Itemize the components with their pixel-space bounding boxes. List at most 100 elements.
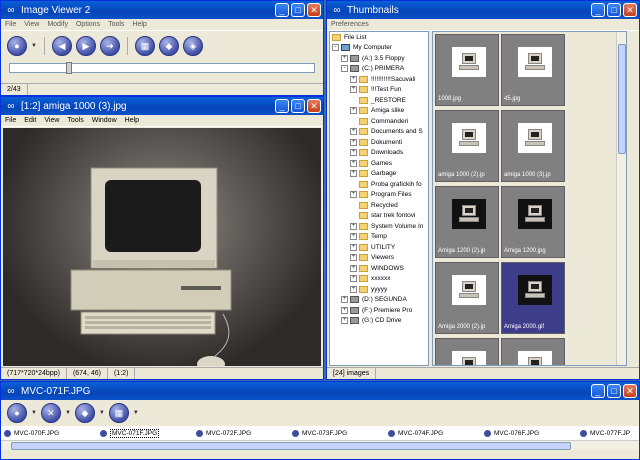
- filmstrip-scrollbar[interactable]: [1, 440, 639, 450]
- thumbnail[interactable]: Amiga 1200 (2).jp: [435, 186, 499, 258]
- expand-icon[interactable]: +: [350, 264, 357, 272]
- tree-item[interactable]: Recycled: [330, 200, 428, 211]
- open-icon[interactable]: ●: [7, 36, 27, 56]
- expand-icon[interactable]: +: [350, 243, 357, 251]
- chevron-down-icon[interactable]: ▼: [99, 410, 105, 416]
- thumbnail[interactable]: amiga 1000 (3).jp: [501, 110, 565, 182]
- thumbnail[interactable]: Amiga 2000.gif: [501, 262, 565, 334]
- menu-file[interactable]: File: [5, 21, 16, 28]
- close-button[interactable]: ✕: [623, 384, 637, 398]
- expand-icon[interactable]: +: [350, 222, 357, 230]
- tree-item[interactable]: + Amiga slike: [330, 106, 428, 117]
- filmstrip-item[interactable]: MVC-073F.JPG: [289, 429, 385, 437]
- tree-item[interactable]: + Dokumenti: [330, 137, 428, 148]
- chevron-down-icon[interactable]: ▼: [65, 410, 71, 416]
- layers-icon[interactable]: ◈: [182, 36, 203, 56]
- tree-item[interactable]: + !!!Test Fun: [330, 85, 428, 96]
- menu-tools[interactable]: Tools: [67, 117, 83, 124]
- tree-item[interactable]: + Temp: [330, 232, 428, 243]
- tree-item[interactable]: + (D:) SEGUNDA: [330, 295, 428, 306]
- thumbnail[interactable]: amiga 1000 (2).jp: [435, 110, 499, 182]
- tree-item[interactable]: + (F:) Premiere Pro: [330, 305, 428, 316]
- menu-view[interactable]: View: [24, 21, 39, 28]
- filmstrip-item[interactable]: MVC-074F.JPG: [385, 429, 481, 437]
- tree-item[interactable]: Commanderi: [330, 116, 428, 127]
- position-slider[interactable]: [9, 62, 315, 74]
- tree-item[interactable]: + Documents and S: [330, 127, 428, 138]
- expand-icon[interactable]: +: [350, 285, 357, 293]
- stack-icon[interactable]: ◆: [158, 36, 179, 56]
- tree-item[interactable]: _RESTORE: [330, 95, 428, 106]
- thumbnails-titlebar[interactable]: ∞ Thumbnails _ □ ✕: [327, 1, 639, 19]
- minimize-button[interactable]: _: [591, 3, 605, 17]
- tree-item[interactable]: + (A:) 3.5 Floppy: [330, 53, 428, 64]
- tree-item[interactable]: + (G:) CD Drive: [330, 316, 428, 327]
- tree-item[interactable]: - (C:) PRIMERA: [330, 64, 428, 75]
- expand-icon[interactable]: +: [341, 54, 348, 62]
- tree-item[interactable]: + Program Files: [330, 190, 428, 201]
- chevron-down-icon[interactable]: ▼: [31, 410, 37, 416]
- menu-file[interactable]: File: [5, 117, 16, 124]
- minimize-button[interactable]: _: [275, 99, 289, 113]
- expand-icon[interactable]: +: [350, 149, 357, 157]
- play-icon[interactable]: ▶: [75, 36, 96, 56]
- tree-item[interactable]: Proba grafickih fo: [330, 179, 428, 190]
- tree-item[interactable]: + Downloads: [330, 148, 428, 159]
- close-button[interactable]: ✕: [623, 3, 637, 17]
- filmstrip-titlebar[interactable]: ∞ MVC-071F.JPG _ □ ✕: [1, 382, 639, 400]
- grid-icon[interactable]: ▦: [134, 36, 155, 56]
- thumbnail-grid[interactable]: 1008.jpg 45.jpg amiga 1000 (2).jp amiga 100…: [432, 31, 627, 366]
- collapse-icon[interactable]: -: [332, 44, 339, 52]
- expand-icon[interactable]: +: [350, 275, 357, 283]
- tree-item[interactable]: + WINDOWS: [330, 263, 428, 274]
- expand-icon[interactable]: +: [350, 75, 357, 83]
- tree-item[interactable]: File List: [330, 32, 428, 43]
- filmstrip-item[interactable]: MVC-076F.JPG: [481, 429, 577, 437]
- expand-icon[interactable]: +: [341, 296, 348, 304]
- expand-icon[interactable]: +: [341, 317, 348, 325]
- maximize-button[interactable]: □: [291, 3, 305, 17]
- maximize-button[interactable]: □: [607, 3, 621, 17]
- menu-tools[interactable]: Tools: [108, 21, 124, 28]
- thumbnail[interactable]: Amiga 1200.jpg: [501, 186, 565, 258]
- scrollbar-thumb[interactable]: [618, 44, 626, 154]
- expand-icon[interactable]: +: [341, 306, 348, 314]
- tree-item[interactable]: + yyyyy: [330, 284, 428, 295]
- filmstrip-list[interactable]: MVC-070F.JPG MVC-071F.JPG MVC-072F.JPG MVC-…: [1, 426, 639, 440]
- minimize-button[interactable]: _: [591, 384, 605, 398]
- maximize-button[interactable]: □: [607, 384, 621, 398]
- grid-icon[interactable]: ▦: [108, 403, 129, 423]
- expand-icon[interactable]: +: [350, 233, 357, 241]
- close-button[interactable]: ✕: [307, 99, 321, 113]
- thumbnail[interactable]: 1008.jpg: [435, 34, 499, 106]
- thumbnail-scrollbar[interactable]: [616, 32, 626, 365]
- menu-modify[interactable]: Modify: [47, 21, 68, 28]
- tree-item[interactable]: + Games: [330, 158, 428, 169]
- menu-edit[interactable]: Edit: [24, 117, 36, 124]
- chevron-down-icon[interactable]: ▼: [31, 43, 37, 49]
- next-icon[interactable]: ➔: [99, 36, 120, 56]
- tree-item[interactable]: + !!!!!!!!!!!Sacuvali: [330, 74, 428, 85]
- filmstrip-item[interactable]: MVC-077F.JP: [577, 429, 639, 437]
- collapse-icon[interactable]: -: [341, 65, 348, 73]
- open-icon[interactable]: ●: [7, 403, 27, 423]
- tree-item[interactable]: star trek fontovi: [330, 211, 428, 222]
- image-canvas[interactable]: [3, 128, 321, 366]
- menu-help[interactable]: Help: [125, 117, 139, 124]
- expand-icon[interactable]: +: [350, 254, 357, 262]
- previous-icon[interactable]: ◀: [51, 36, 72, 56]
- tree-item[interactable]: + xxxxxx: [330, 274, 428, 285]
- thumbnail[interactable]: [435, 338, 499, 365]
- expand-icon[interactable]: +: [350, 86, 357, 94]
- scrollbar-thumb[interactable]: [11, 442, 571, 450]
- expand-icon[interactable]: +: [350, 159, 357, 167]
- stack-icon[interactable]: ◆: [74, 403, 95, 423]
- chevron-down-icon[interactable]: ▼: [133, 410, 139, 416]
- expand-icon[interactable]: +: [350, 170, 357, 178]
- expand-icon[interactable]: +: [350, 107, 357, 115]
- tree-item[interactable]: + UTILITY: [330, 242, 428, 253]
- filmstrip-item[interactable]: MVC-072F.JPG: [193, 429, 289, 437]
- image-titlebar[interactable]: ∞ [1:2] amiga 1000 (3).jpg _ □ ✕: [1, 97, 323, 115]
- menu-window[interactable]: Window: [92, 117, 117, 124]
- expand-icon[interactable]: +: [350, 128, 357, 136]
